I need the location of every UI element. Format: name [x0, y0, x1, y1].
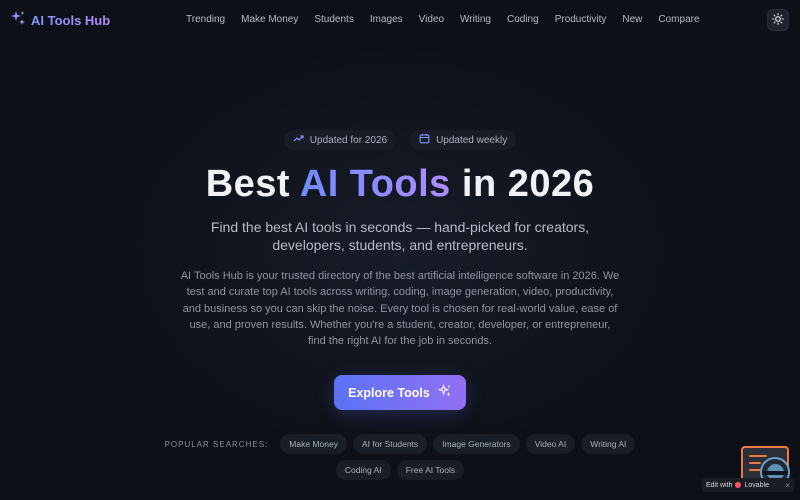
- lovable-logo-icon: [735, 482, 742, 488]
- chip-video-ai[interactable]: Video AI: [525, 434, 576, 454]
- page: AI Tools Hub Trending Make Money Student…: [0, 0, 800, 500]
- hero-subtitle: Find the best AI tools in seconds — hand…: [210, 219, 590, 253]
- hero-title: Best AI Tools in 2026: [0, 161, 800, 207]
- explore-tools-button[interactable]: Explore Tools: [334, 375, 466, 410]
- popular-searches-row-1: POPULAR SEARCHES: Make Money AI for Stud…: [165, 434, 636, 454]
- badge-updated-year-label: Updated for 2026: [309, 134, 388, 146]
- popular-searches-row-2: Coding AI Free AI Tools: [335, 460, 465, 480]
- hero-title-highlight: AI Tools: [299, 163, 451, 205]
- chip-writing-ai[interactable]: Writing AI: [581, 434, 636, 454]
- main-nav: Trending Make Money Students Images Vide…: [178, 12, 708, 28]
- close-icon[interactable]: ×: [785, 481, 790, 490]
- nav-writing[interactable]: Writing: [452, 12, 499, 28]
- chip-coding-ai[interactable]: Coding AI: [335, 460, 391, 480]
- nav-students[interactable]: Students: [306, 12, 361, 28]
- brand-name: AI Tools Hub: [31, 12, 111, 28]
- badge-updated-year: Updated for 2026: [283, 130, 397, 150]
- theme-toggle-button[interactable]: [767, 9, 789, 31]
- nav-trending[interactable]: Trending: [178, 12, 233, 28]
- edit-with-lovable-badge[interactable]: Edit with Lovable ×: [702, 478, 794, 492]
- popular-searches-label: POPULAR SEARCHES:: [164, 439, 269, 449]
- nav-images[interactable]: Images: [362, 12, 411, 28]
- chip-ai-for-students[interactable]: AI for Students: [352, 434, 428, 454]
- hero-title-post: in 2026: [461, 163, 595, 205]
- explore-tools-label: Explore Tools: [348, 385, 430, 400]
- sun-icon: [772, 12, 784, 28]
- nav-new[interactable]: New: [614, 12, 650, 28]
- brand-logo-link[interactable]: AI Tools Hub: [10, 10, 110, 30]
- hero-title-pre: Best: [205, 163, 291, 205]
- site-header: AI Tools Hub Trending Make Money Student…: [0, 0, 800, 40]
- nav-compare[interactable]: Compare: [650, 12, 707, 28]
- badge-updated-weekly-label: Updated weekly: [436, 134, 508, 146]
- sparkles-icon: [437, 383, 452, 401]
- update-badges: Updated for 2026 Updated weekly: [0, 130, 800, 150]
- nav-make-money[interactable]: Make Money: [233, 12, 306, 28]
- calendar-icon: [419, 133, 430, 147]
- chip-free-ai-tools[interactable]: Free AI Tools: [396, 460, 465, 480]
- nav-video[interactable]: Video: [411, 12, 452, 28]
- popular-searches: POPULAR SEARCHES: Make Money AI for Stud…: [0, 434, 800, 480]
- chip-image-generators[interactable]: Image Generators: [433, 434, 520, 454]
- trending-up-icon: [293, 133, 304, 147]
- nav-productivity[interactable]: Productivity: [547, 12, 615, 28]
- hero-description: AI Tools Hub is your trusted directory o…: [180, 270, 620, 348]
- chip-make-money[interactable]: Make Money: [280, 434, 347, 454]
- lovable-brand: Lovable: [744, 481, 769, 489]
- sparkles-icon: [10, 10, 26, 31]
- edit-with-label: Edit with: [706, 481, 733, 489]
- nav-coding[interactable]: Coding: [499, 12, 547, 28]
- badge-updated-weekly: Updated weekly: [410, 130, 517, 150]
